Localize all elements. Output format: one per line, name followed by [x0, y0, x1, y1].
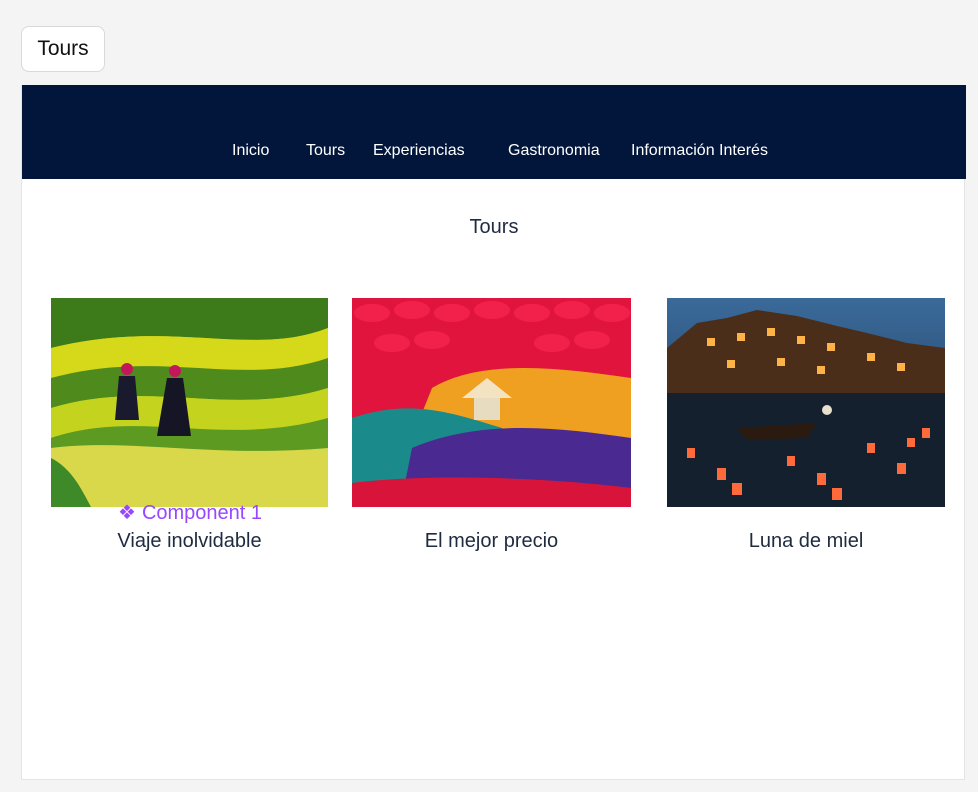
nav-link-gastronomia[interactable]: Gastronomia	[508, 142, 600, 160]
nav-link-experiencias[interactable]: Experiencias	[373, 142, 465, 160]
component-instance-label: ❖ Component 1	[118, 500, 262, 525]
frame-name-label: Tours	[37, 37, 89, 60]
component-diamond-icon: ❖	[118, 502, 136, 524]
card-caption-3: Luna de miel	[748, 530, 864, 552]
card-image-incense-bundles[interactable]	[352, 298, 631, 507]
nav-link-informacion-interes[interactable]: Información Interés	[631, 142, 768, 160]
nav-link-inicio[interactable]: Inicio	[232, 142, 269, 160]
section-title: Tours	[469, 216, 519, 238]
top-navbar: Inicio Tours Experiencias Gastronomia In…	[22, 85, 966, 179]
frame-name-tag[interactable]: Tours	[21, 26, 105, 72]
card-image-rice-terraces[interactable]	[51, 298, 328, 507]
card-caption-1: Viaje inolvidable	[117, 530, 262, 552]
card-image-lantern-river[interactable]	[667, 298, 945, 507]
nav-link-tours[interactable]: Tours	[306, 142, 345, 160]
card-caption-2: El mejor precio	[424, 530, 559, 552]
component-name: Component 1	[141, 502, 263, 524]
tours-page-frame: Inicio Tours Experiencias Gastronomia In…	[21, 85, 966, 780]
